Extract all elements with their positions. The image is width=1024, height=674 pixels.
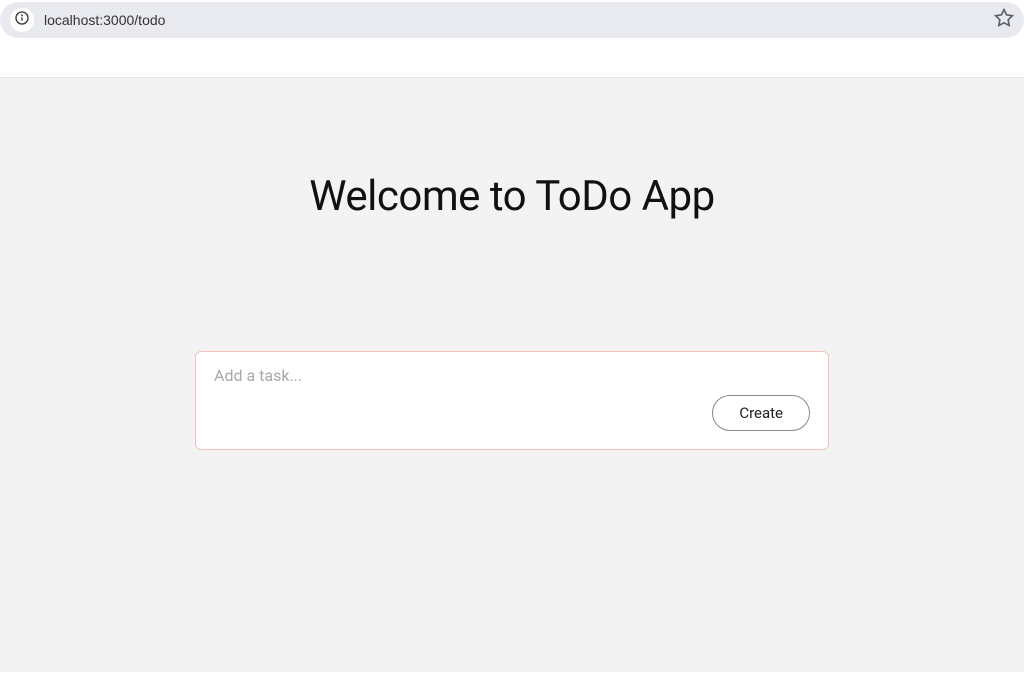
page-content: Welcome to ToDo App Create	[0, 78, 1024, 672]
task-card-actions: Create	[214, 395, 810, 431]
create-button[interactable]: Create	[712, 395, 810, 431]
site-info-button[interactable]	[10, 8, 34, 32]
browser-chrome-spacer	[0, 40, 1024, 78]
task-input[interactable]	[214, 366, 810, 385]
task-card: Create	[195, 351, 829, 450]
address-bar[interactable]: localhost:3000/todo	[0, 2, 1024, 38]
bookmark-star-icon[interactable]	[994, 8, 1014, 32]
info-icon	[14, 10, 30, 30]
url-text[interactable]: localhost:3000/todo	[44, 12, 994, 28]
page-title: Welcome to ToDo App	[309, 172, 714, 221]
